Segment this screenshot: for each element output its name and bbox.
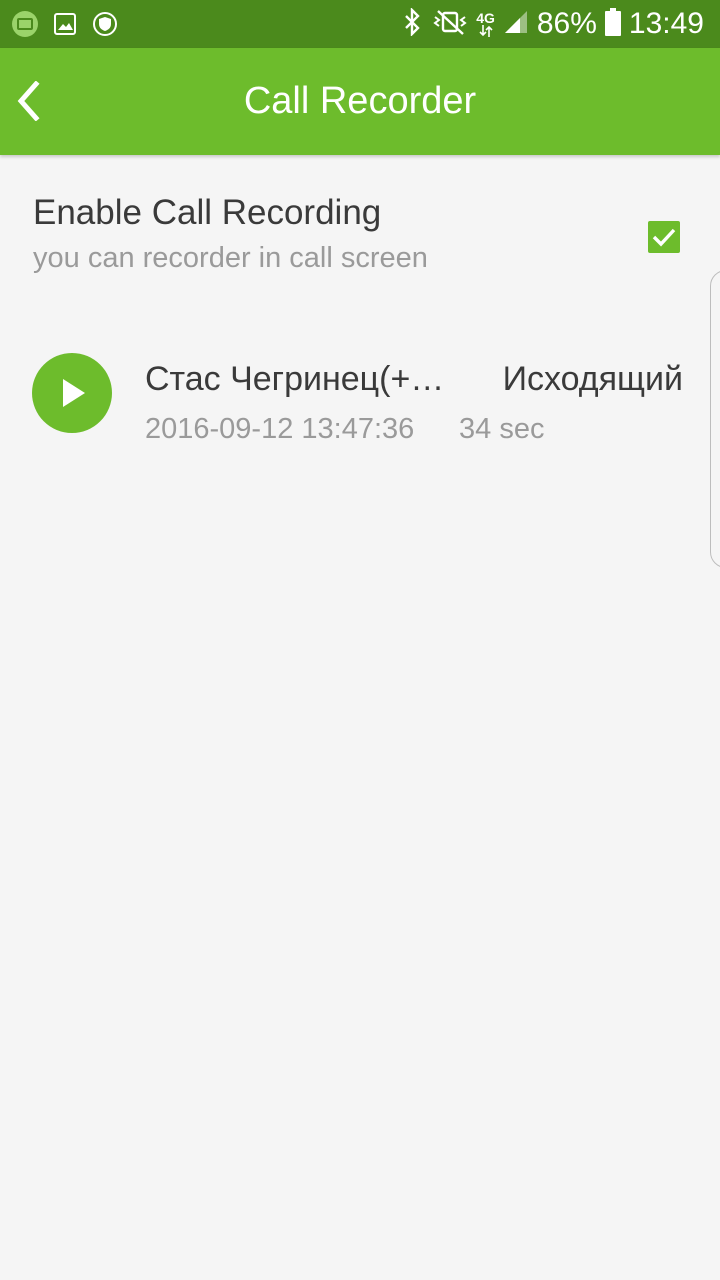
shield-notification-icon	[92, 11, 118, 37]
enable-recording-checkbox[interactable]	[648, 221, 680, 253]
battery-icon	[604, 7, 621, 41]
play-icon	[63, 379, 85, 407]
battery-percent: 86%	[536, 7, 597, 40]
gallery-notification-icon	[52, 11, 78, 37]
status-bar: 4G 86% 13:49	[0, 0, 720, 48]
page-title: Call Recorder	[243, 80, 477, 122]
recording-direction: Исходящий	[502, 360, 683, 398]
back-button[interactable]	[8, 76, 48, 126]
clock: 13:49	[628, 7, 704, 40]
list-item[interactable]: Стас Чегринец(+… Исходящий 2016-09-12 13…	[0, 320, 720, 470]
chevron-left-icon	[17, 81, 40, 121]
bluetooth-icon	[402, 6, 424, 41]
checkmark-icon	[652, 228, 676, 247]
app-bar: Call Recorder	[0, 48, 720, 155]
play-button[interactable]	[32, 353, 112, 433]
network-type-icon: 4G	[476, 11, 495, 37]
signal-strength-icon	[503, 9, 529, 40]
recording-duration: 34 sec	[459, 413, 545, 445]
recording-datetime: 2016-09-12 13:47:36	[145, 413, 415, 445]
edge-panel-handle[interactable]	[710, 270, 720, 568]
system-icons: 4G 86% 13:49	[402, 0, 704, 48]
recording-contact-name: Стас Чегринец(+…	[145, 360, 445, 398]
vibrate-mute-icon	[432, 8, 468, 41]
message-notification-icon	[12, 11, 38, 37]
enable-recording-setting[interactable]: Enable Call Recording you can recorder i…	[0, 175, 720, 295]
setting-subtitle: you can recorder in call screen	[33, 242, 428, 274]
setting-title: Enable Call Recording	[33, 193, 382, 232]
notification-icons	[12, 10, 118, 38]
